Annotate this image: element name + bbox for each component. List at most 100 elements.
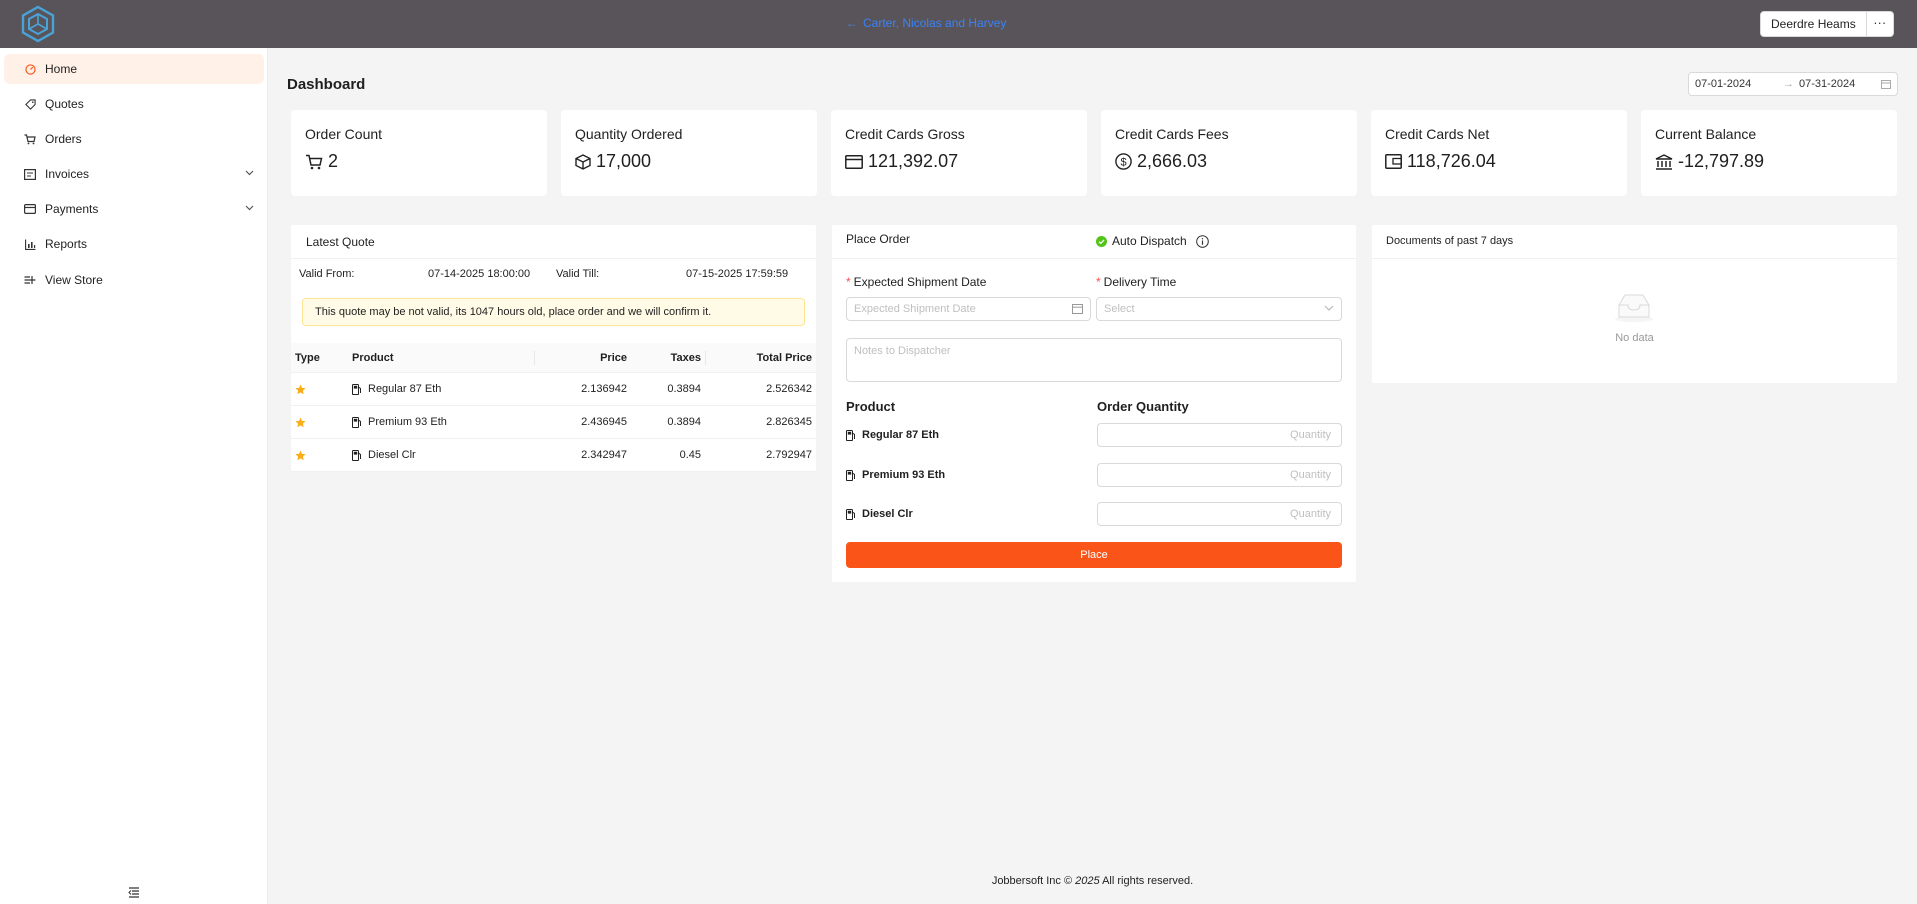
sidebar-item-label: Payments [45,202,99,216]
sidebar-item-reports[interactable]: Reports [4,229,264,259]
sidebar-item-label: Reports [45,237,88,251]
quantity-column-header: Order Quantity [1097,399,1189,414]
top-bar: ← Carter, Nicolas and Harvey Deerdre Hea… [0,0,1917,48]
stat-card-credit-cards-fees: Credit Cards Fees $ 2,666.03 [1101,110,1357,196]
table-row[interactable]: Diesel Clr 2.342947 0.45 2.792947 [291,439,816,472]
stat-label: Quantity Ordered [575,126,683,142]
empty-inbox-icon [1615,294,1653,323]
stat-card-credit-cards-gross: Credit Cards Gross 121,392.07 [831,110,1087,196]
date-to-input[interactable]: 07-31-2024 [1799,78,1881,90]
dashboard-icon [24,63,36,75]
total-price-cell: 2.792947 [766,449,812,461]
more-options-button[interactable]: ··· [1867,12,1893,36]
stat-card-current-balance: Current Balance -12,797.89 [1641,110,1897,196]
store-icon [24,274,36,286]
panel-title: Documents of past 7 days [1386,235,1514,247]
date-range-picker[interactable]: 07-01-2024 → 07-31-2024 [1688,72,1898,96]
fuel-pump-icon [846,469,855,481]
valid-from-value: 07-14-2025 18:00:00 [428,268,531,280]
chevron-down-icon [1324,305,1334,311]
svg-text:$: $ [1120,157,1126,169]
app-logo[interactable] [20,5,56,43]
stat-value: 2,666.03 [1137,151,1208,171]
stat-label: Order Count [305,126,383,142]
valid-till-label: Valid Till: [556,268,600,280]
fuel-pump-icon [846,429,855,441]
cart-icon [306,154,323,169]
valid-from-label: Valid From: [299,268,355,280]
arrow-left-icon: ← [846,16,858,30]
sidebar-item-invoices[interactable]: Invoices [4,159,264,189]
footer: Jobbersoft Inc © 2025 All rights reserve… [268,875,1917,887]
invoice-icon [24,168,36,180]
sidebar-item-quotes[interactable]: Quotes [4,89,264,119]
table-row[interactable]: Premium 93 Eth 2.436945 0.3894 2.826345 [291,406,816,439]
stat-value: 17,000 [596,151,652,171]
quantity-input[interactable]: Quantity [1097,423,1342,447]
divider [832,258,1356,259]
place-order-button[interactable]: Place [846,542,1342,568]
dispatcher-notes-textarea[interactable]: Notes to Dispatcher [846,338,1342,382]
product-column-header: Product [846,399,896,414]
delivery-time-label: * Delivery Time [1096,275,1177,289]
order-product-name: Regular 87 Eth [846,429,939,441]
footer-year: 2025 [1075,875,1100,887]
quantity-input[interactable]: Quantity [1097,463,1342,487]
collapse-sidebar-icon[interactable] [128,886,140,898]
sidebar-item-orders[interactable]: Orders [4,124,264,154]
place-order-panel: Place Order Auto Dispatch * Expected Ship… [832,225,1356,582]
stat-card-quantity-ordered: Quantity Ordered 17,000 [561,110,817,196]
sidebar-item-label: View Store [45,273,103,287]
stat-value: 2 [328,151,339,171]
table-row[interactable]: Regular 87 Eth 2.136942 0.3894 2.526342 [291,373,816,406]
info-icon[interactable] [1195,234,1209,248]
sidebar-item-label: Orders [45,132,82,146]
stat-label: Credit Cards Gross [845,126,965,142]
panel-title: Latest Quote [306,235,375,249]
user-menu: Deerdre Heams ··· [1760,11,1894,37]
sidebar-item-label: Home [45,62,78,76]
order-product-name: Diesel Clr [846,508,913,520]
sidebar-item-payments[interactable]: Payments [4,194,264,224]
credit-card-icon [845,154,863,169]
user-button[interactable]: Deerdre Heams [1761,12,1867,36]
chevron-down-icon [245,170,254,176]
total-price-cell: 2.526342 [766,383,812,395]
bar-chart-icon [24,238,36,250]
shipment-date-label: * Expected Shipment Date [846,275,987,289]
payment-icon [24,203,36,215]
select-placeholder: Select [1104,303,1135,315]
stat-value: -12,797.89 [1678,151,1765,171]
table-header: Type Product Price Taxes Total Price [291,343,816,373]
fuel-pump-icon [846,508,855,520]
delivery-time-select[interactable]: Select [1096,297,1342,321]
date-from-input[interactable]: 07-01-2024 [1695,78,1783,90]
quantity-input[interactable]: Quantity [1097,502,1342,526]
divider [291,258,816,259]
tag-icon [24,98,36,110]
stat-label: Current Balance [1655,126,1757,142]
back-link-label: Carter, Nicolas and Harvey [863,16,1007,30]
calendar-icon [1072,304,1083,314]
quote-table: Type Product Price Taxes Total Price Reg… [291,343,816,472]
stat-label: Credit Cards Fees [1115,126,1229,142]
sidebar: Home Quotes Orders Invoices Payments Rep… [0,48,268,904]
stat-value: 121,392.07 [868,151,959,171]
back-link[interactable]: ← Carter, Nicolas and Harvey [846,16,1006,30]
footer-company: Jobbersoft Inc © [991,875,1073,887]
calendar-icon [1881,80,1891,89]
check-circle-icon [1096,235,1107,247]
sidebar-item-home[interactable]: Home [4,54,264,84]
shipment-date-input[interactable]: Expected Shipment Date [846,297,1091,321]
empty-state-text: No data [1615,332,1654,344]
stat-label: Credit Cards Net [1385,126,1490,142]
column-header-total-price[interactable]: Total Price [291,343,812,372]
wallet-icon [1385,154,1402,169]
auto-dispatch-status: Auto Dispatch [1096,234,1209,248]
arrow-right-icon: → [1783,78,1794,90]
sidebar-item-view-store[interactable]: View Store [4,265,264,295]
panel-title: Place Order [846,232,911,246]
valid-till-value: 07-15-2025 17:59:59 [686,268,789,280]
sidebar-item-label: Quotes [45,97,84,111]
stat-card-order-count: Order Count 2 [291,110,547,196]
